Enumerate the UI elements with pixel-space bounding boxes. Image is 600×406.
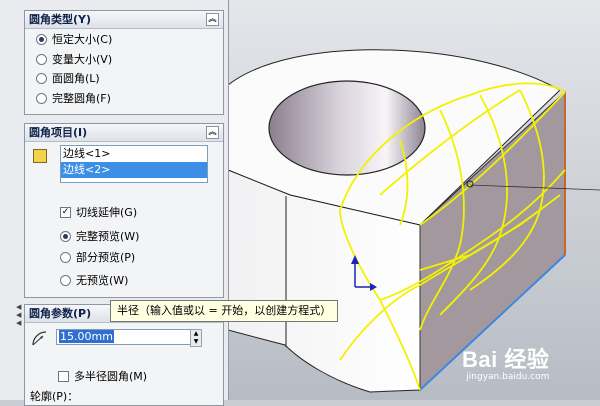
watermark-sub: jingyan.baidu.com [466, 372, 550, 382]
edge-item[interactable]: 边线<1> [61, 146, 207, 162]
radio-label: 恒定大小(C) [52, 33, 113, 46]
checkbox-label: 切线延伸(G) [76, 206, 138, 219]
radius-tooltip: 半径（输入值或以 = 开始，以创建方程式） [110, 300, 339, 322]
radius-spinner[interactable]: ▲ ▼ [190, 329, 202, 347]
radio-icon[interactable] [36, 72, 47, 84]
checkbox-label: 多半径圆角(M) [74, 370, 148, 383]
checkbox-icon[interactable] [58, 370, 69, 382]
radio-icon[interactable] [60, 230, 71, 242]
profile-label: 轮廓(P)： [30, 390, 79, 403]
radio-partial-preview[interactable]: 部分预览(P) [60, 250, 135, 266]
radio-no-preview[interactable]: 无预览(W) [60, 273, 128, 289]
fillet-type-title: 圆角类型(Y) [29, 13, 92, 26]
radio-icon[interactable] [60, 274, 71, 286]
edge-item-selected[interactable]: 边线<2> [61, 162, 207, 178]
part-hole [268, 80, 426, 176]
radio-icon[interactable] [60, 251, 71, 263]
tangent-propagation-checkbox[interactable]: ✓ 切线延伸(G) [60, 205, 137, 221]
radio-label: 完整预览(W) [76, 230, 140, 243]
radio-label: 完整圆角(F) [52, 92, 111, 105]
radio-label: 面圆角(L) [52, 72, 100, 85]
radio-label: 无预览(W) [76, 274, 129, 287]
radio-face-fillet[interactable]: 面圆角(L) [36, 71, 100, 87]
radio-full-round[interactable]: 完整圆角(F) [36, 91, 111, 107]
radio-full-preview[interactable]: 完整预览(W) [60, 229, 139, 245]
panel-grip-icon[interactable]: ◀ ◀ ◀ [16, 303, 24, 329]
multi-radius-checkbox[interactable]: 多半径圆角(M) [58, 369, 147, 385]
watermark-main: Bai 经验 [462, 347, 550, 372]
radius-value: 15.00mm [59, 330, 114, 343]
edge-selection-list[interactable]: 边线<1> 边线<2> [60, 145, 208, 183]
edge-selection-icon [33, 149, 47, 163]
section-header[interactable]: 圆角类型(Y) ︽ [25, 11, 223, 29]
radio-icon[interactable] [36, 92, 47, 104]
checkbox-icon[interactable]: ✓ [60, 206, 71, 218]
radio-label: 部分预览(P) [76, 251, 136, 264]
collapse-icon[interactable]: ︽ [206, 126, 219, 139]
radio-label: 变量大小(V) [52, 53, 113, 66]
watermark-logo: Bai 经验 jingyan.baidu.com [462, 342, 549, 382]
fillet-params-title: 圆角参数(P) [29, 307, 92, 320]
fillet-property-manager: 圆角类型(Y) ︽ 恒定大小(C) 变量大小(V) 面圆角(L) 完整圆角(F)… [0, 0, 229, 406]
section-header[interactable]: 圆角项目(I) ︽ [25, 124, 223, 142]
fillet-items-title: 圆角项目(I) [29, 126, 88, 139]
collapse-icon[interactable]: ︽ [206, 13, 219, 26]
radius-icon [32, 331, 47, 346]
radio-icon[interactable] [36, 53, 47, 65]
radio-variable-size[interactable]: 变量大小(V) [36, 52, 112, 68]
radio-constant-size[interactable]: 恒定大小(C) [36, 32, 112, 48]
radio-icon[interactable] [36, 33, 47, 45]
radius-input[interactable]: 15.00mm [56, 329, 192, 345]
